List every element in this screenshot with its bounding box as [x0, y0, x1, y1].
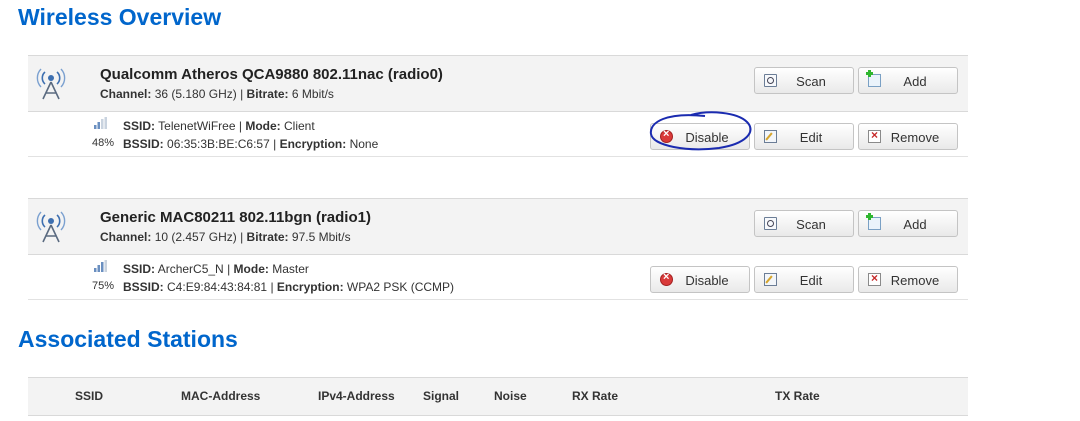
disable-button[interactable]: Disable [650, 123, 750, 150]
scan-button[interactable]: Scan [754, 210, 854, 237]
mode-value: Master [272, 262, 309, 276]
encryption-value: WPA2 PSK (CCMP) [346, 280, 455, 294]
channel-value: 36 (5.180 GHz) [154, 87, 237, 101]
network-row: 75% SSID: ArcherC5_N | Mode: Master BSSI… [28, 255, 968, 300]
network-row: 48% SSID: TelenetWiFree | Mode: Client B… [28, 112, 968, 157]
bitrate-value: 6 Mbit/s [291, 87, 334, 101]
column-header-ssid: SSID [75, 389, 104, 403]
wireless-radio-icon [36, 68, 66, 100]
edit-button[interactable]: Edit [754, 123, 854, 150]
radio-info: Channel: 10 (2.457 GHz) | Bitrate: 97.5 … [100, 230, 351, 244]
radio1-header: Generic MAC80211 802.11bgn (radio1) Chan… [28, 198, 968, 255]
ssid-value: ArcherC5_N [157, 262, 224, 276]
wireless-overview-heading: Wireless Overview [18, 4, 222, 30]
associated-stations-heading: Associated Stations [18, 326, 238, 352]
radio0-header: Qualcomm Atheros QCA9880 802.11nac (radi… [28, 55, 968, 112]
signal-percent: 48% [92, 137, 115, 149]
add-button[interactable]: Add [858, 67, 958, 94]
remove-button[interactable]: Remove [858, 266, 958, 293]
wireless-radio-icon [36, 211, 66, 243]
bssid-value: C4:E9:84:43:84:81 [167, 280, 268, 294]
column-header-rx-rate: RX Rate [572, 389, 619, 403]
column-header-ipv4-address: IPv4-Address [318, 389, 395, 403]
column-header-tx-rate: TX Rate [775, 389, 820, 403]
radio-title: Generic MAC80211 802.11bgn (radio1) [100, 209, 371, 226]
column-header-mac-address: MAC-Address [181, 389, 261, 403]
column-header-signal: Signal [423, 389, 460, 403]
bssid-value: 06:35:3B:BE:C6:57 [167, 137, 270, 151]
signal-percent: 75% [92, 280, 115, 292]
bitrate-value: 97.5 Mbit/s [291, 230, 351, 244]
edit-button[interactable]: Edit [754, 266, 854, 293]
remove-button[interactable]: Remove [858, 123, 958, 150]
radio-title: Qualcomm Atheros QCA9880 802.11nac (radi… [100, 66, 443, 83]
signal-strength-icon [94, 260, 107, 272]
channel-value: 10 (2.457 GHz) [154, 230, 237, 244]
stations-table-header: SSID MAC-Address IPv4-Address Signal Noi… [28, 377, 968, 416]
add-button[interactable]: Add [858, 210, 958, 237]
mode-value: Client [284, 119, 315, 133]
encryption-value: None [349, 137, 379, 151]
ssid-value: TelenetWiFree [158, 119, 236, 133]
disable-button[interactable]: Disable [650, 266, 750, 293]
scan-button[interactable]: Scan [754, 67, 854, 94]
column-header-noise: Noise [494, 389, 527, 403]
radio-info: Channel: 36 (5.180 GHz) | Bitrate: 6 Mbi… [100, 87, 334, 101]
signal-strength-icon [94, 117, 107, 129]
